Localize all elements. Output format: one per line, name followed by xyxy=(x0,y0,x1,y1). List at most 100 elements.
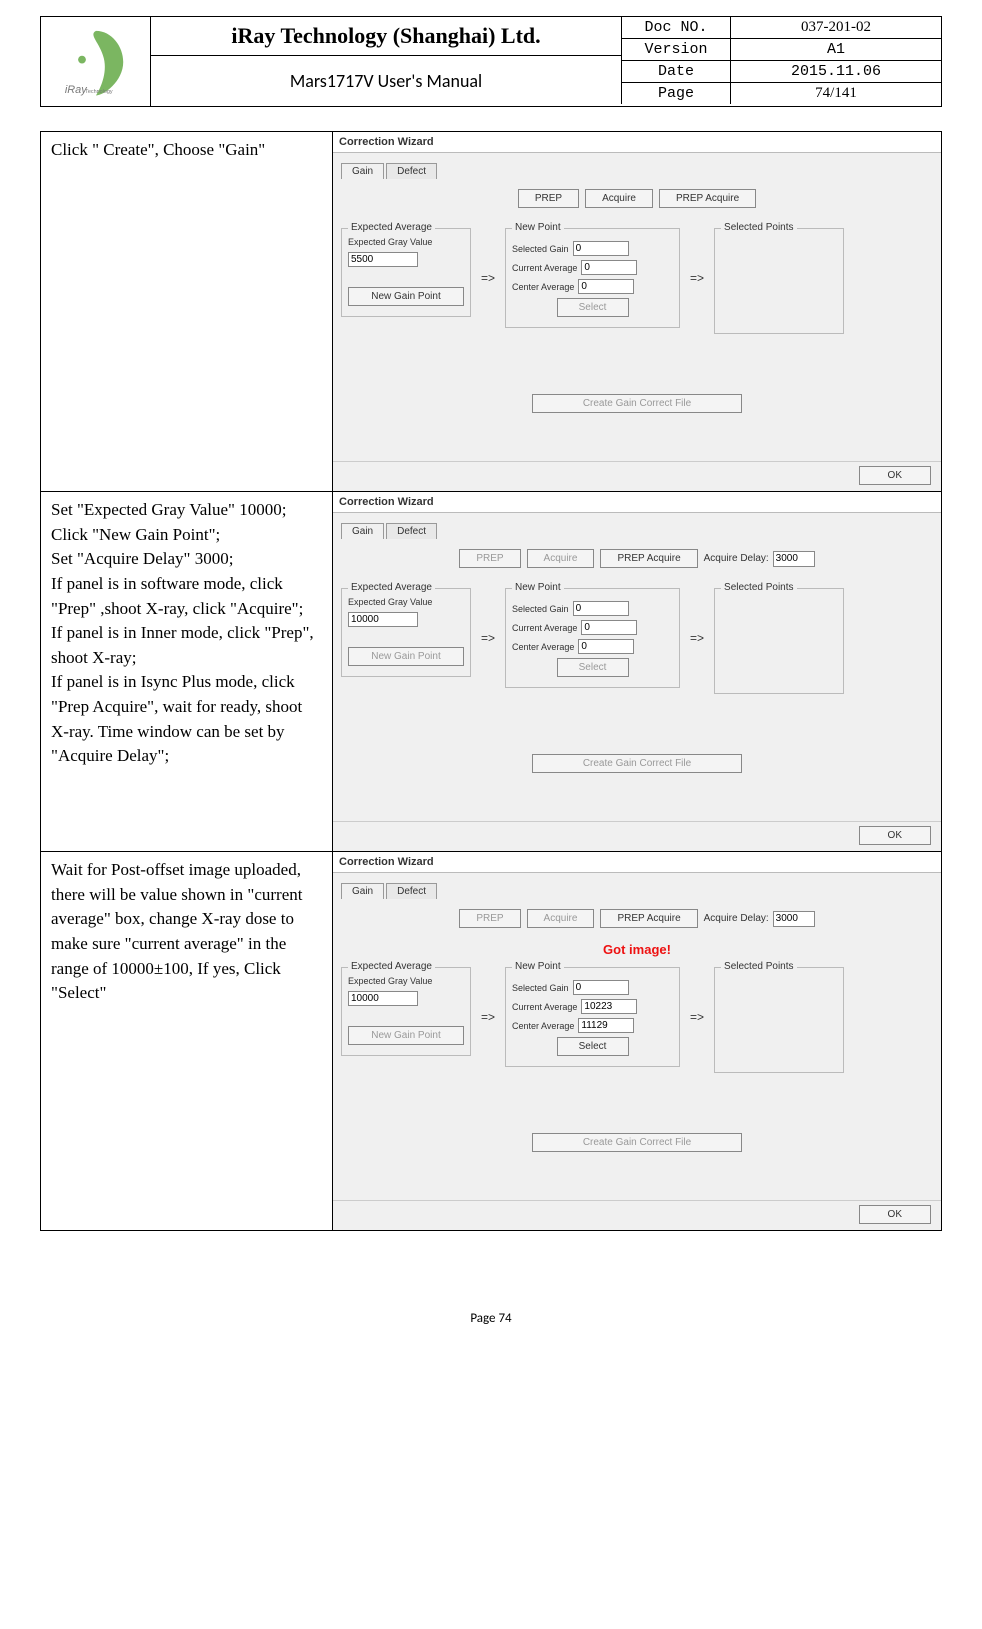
expected-average-title: Expected Average xyxy=(348,961,435,972)
company-name: iRay Technology (Shanghai) Ltd. xyxy=(151,17,621,56)
correction-wizard-screenshot: Correction Wizard Gain Defect PREP Acqui… xyxy=(333,852,941,1230)
selected-gain-label: Selected Gain xyxy=(512,604,569,614)
acquire-button[interactable]: Acquire xyxy=(527,549,595,568)
prep-acquire-button[interactable]: PREP Acquire xyxy=(600,909,697,928)
center-average-label: Center Average xyxy=(512,1021,574,1031)
iray-logo-icon: iRay Technology xyxy=(56,27,136,97)
svg-text:iRay: iRay xyxy=(64,84,86,96)
selected-gain-input[interactable] xyxy=(573,601,629,616)
expected-average-title: Expected Average xyxy=(348,222,435,233)
window-title: Correction Wizard xyxy=(333,132,941,153)
prep-button[interactable]: PREP xyxy=(459,549,520,568)
current-average-input[interactable] xyxy=(581,620,637,635)
window-title: Correction Wizard xyxy=(333,492,941,513)
selected-points-title: Selected Points xyxy=(721,961,797,972)
center-average-input[interactable] xyxy=(578,279,634,294)
document-header: iRay Technology iRay Technology (Shangha… xyxy=(40,16,942,107)
acquire-delay-field: Acquire Delay: xyxy=(704,551,815,567)
got-image-label: Got image! xyxy=(341,942,933,957)
create-gain-file-button[interactable]: Create Gain Correct File xyxy=(532,394,742,413)
new-point-group: New Point Selected Gain Current Average … xyxy=(505,967,680,1067)
center-average-input[interactable] xyxy=(578,639,634,654)
new-point-title: New Point xyxy=(512,582,564,593)
tab-defect[interactable]: Defect xyxy=(386,523,437,539)
selected-points-group: Selected Points xyxy=(714,967,844,1073)
create-gain-file-button[interactable]: Create Gain Correct File xyxy=(532,1133,742,1152)
selected-gain-input[interactable] xyxy=(573,241,629,256)
new-point-title: New Point xyxy=(512,961,564,972)
tab-gain[interactable]: Gain xyxy=(341,883,384,899)
tab-defect[interactable]: Defect xyxy=(386,163,437,179)
instruction-text: Click " Create", Choose "Gain" xyxy=(41,132,332,169)
meta-page-value: 74/141 xyxy=(731,83,941,104)
current-average-label: Current Average xyxy=(512,263,577,273)
expected-gray-input[interactable] xyxy=(348,612,418,627)
window-title: Correction Wizard xyxy=(333,852,941,873)
new-gain-point-button[interactable]: New Gain Point xyxy=(348,1026,464,1045)
expected-average-group: Expected Average Expected Gray Value New… xyxy=(341,588,471,677)
acquire-button[interactable]: Acquire xyxy=(585,189,653,208)
arrow-icon: => xyxy=(686,271,708,285)
manual-title: Mars1717V User's Manual xyxy=(151,56,621,106)
acquire-button[interactable]: Acquire xyxy=(527,909,595,928)
meta-date-label: Date xyxy=(621,61,731,82)
new-gain-point-button[interactable]: New Gain Point xyxy=(348,647,464,666)
current-average-label: Current Average xyxy=(512,1002,577,1012)
new-point-group: New Point Selected Gain Current Average … xyxy=(505,228,680,328)
center-average-label: Center Average xyxy=(512,642,574,652)
arrow-icon: => xyxy=(477,631,499,645)
meta-docno-label: Doc NO. xyxy=(621,17,731,38)
new-gain-point-button[interactable]: New Gain Point xyxy=(348,287,464,306)
meta-docno-value: 037-201-02 xyxy=(731,17,941,38)
acquire-delay-input[interactable] xyxy=(773,911,815,927)
selected-gain-label: Selected Gain xyxy=(512,983,569,993)
acquire-delay-label: Acquire Delay: xyxy=(704,913,769,924)
prep-acquire-button[interactable]: PREP Acquire xyxy=(659,189,756,208)
expected-average-title: Expected Average xyxy=(348,582,435,593)
logo-cell: iRay Technology xyxy=(41,17,151,106)
selected-points-title: Selected Points xyxy=(721,222,797,233)
tab-gain[interactable]: Gain xyxy=(341,163,384,179)
arrow-icon: => xyxy=(686,631,708,645)
meta-version-label: Version xyxy=(621,39,731,60)
svg-text:Technology: Technology xyxy=(85,89,113,95)
prep-button[interactable]: PREP xyxy=(518,189,579,208)
center-average-input[interactable] xyxy=(578,1018,634,1033)
arrow-icon: => xyxy=(686,1010,708,1024)
instruction-text: Wait for Post-offset image uploaded, the… xyxy=(41,852,332,1012)
meta-version-value: A1 xyxy=(731,39,941,60)
correction-wizard-screenshot: Correction Wizard Gain Defect PREP Acqui… xyxy=(333,132,941,491)
current-average-input[interactable] xyxy=(581,999,637,1014)
acquire-delay-input[interactable] xyxy=(773,551,815,567)
arrow-icon: => xyxy=(477,1010,499,1024)
instruction-text: Set "Expected Gray Value" 10000;Click "N… xyxy=(41,492,332,775)
correction-wizard-screenshot: Correction Wizard Gain Defect PREP Acqui… xyxy=(333,492,941,851)
selected-points-group: Selected Points xyxy=(714,228,844,334)
new-point-group: New Point Selected Gain Current Average … xyxy=(505,588,680,688)
tab-defect[interactable]: Defect xyxy=(386,883,437,899)
tab-gain[interactable]: Gain xyxy=(341,523,384,539)
selected-points-title: Selected Points xyxy=(721,582,797,593)
new-point-title: New Point xyxy=(512,222,564,233)
select-button[interactable]: Select xyxy=(557,1037,629,1056)
acquire-delay-field: Acquire Delay: xyxy=(704,911,815,927)
expected-average-group: Expected Average Expected Gray Value New… xyxy=(341,967,471,1056)
ok-button[interactable]: OK xyxy=(859,466,931,485)
prep-button[interactable]: PREP xyxy=(459,909,520,928)
ok-button[interactable]: OK xyxy=(859,826,931,845)
center-average-label: Center Average xyxy=(512,282,574,292)
page-footer: Page 74 xyxy=(40,1311,942,1326)
select-button[interactable]: Select xyxy=(557,658,629,677)
selected-gain-input[interactable] xyxy=(573,980,629,995)
select-button[interactable]: Select xyxy=(557,298,629,317)
selected-gain-label: Selected Gain xyxy=(512,244,569,254)
expected-gray-input[interactable] xyxy=(348,991,418,1006)
current-average-label: Current Average xyxy=(512,623,577,633)
selected-points-group: Selected Points xyxy=(714,588,844,694)
create-gain-file-button[interactable]: Create Gain Correct File xyxy=(532,754,742,773)
current-average-input[interactable] xyxy=(581,260,637,275)
expected-gray-input[interactable] xyxy=(348,252,418,267)
ok-button[interactable]: OK xyxy=(859,1205,931,1224)
acquire-delay-label: Acquire Delay: xyxy=(704,553,769,564)
prep-acquire-button[interactable]: PREP Acquire xyxy=(600,549,697,568)
